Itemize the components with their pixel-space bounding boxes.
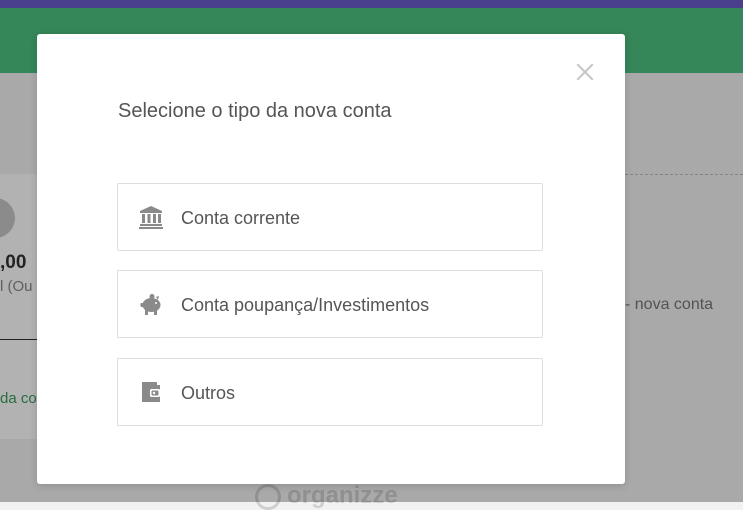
option-checking-account[interactable]: Conta corrente bbox=[117, 183, 543, 251]
option-savings-account[interactable]: Conta poupança/Investimentos bbox=[117, 270, 543, 338]
option-label: Outros bbox=[181, 383, 236, 403]
close-icon[interactable] bbox=[575, 62, 595, 82]
option-label: Conta poupança/Investimentos bbox=[181, 295, 430, 315]
modal-title: Selecione o tipo da nova conta bbox=[118, 100, 392, 122]
option-label: Conta corrente bbox=[181, 208, 301, 228]
wallet-icon bbox=[142, 382, 160, 402]
bank-icon bbox=[139, 206, 163, 229]
new-account-modal: Selecione o tipo da nova conta Conta cor… bbox=[37, 34, 625, 484]
piggy-bank-icon bbox=[140, 294, 161, 315]
option-other-account[interactable]: Outros bbox=[117, 358, 543, 426]
